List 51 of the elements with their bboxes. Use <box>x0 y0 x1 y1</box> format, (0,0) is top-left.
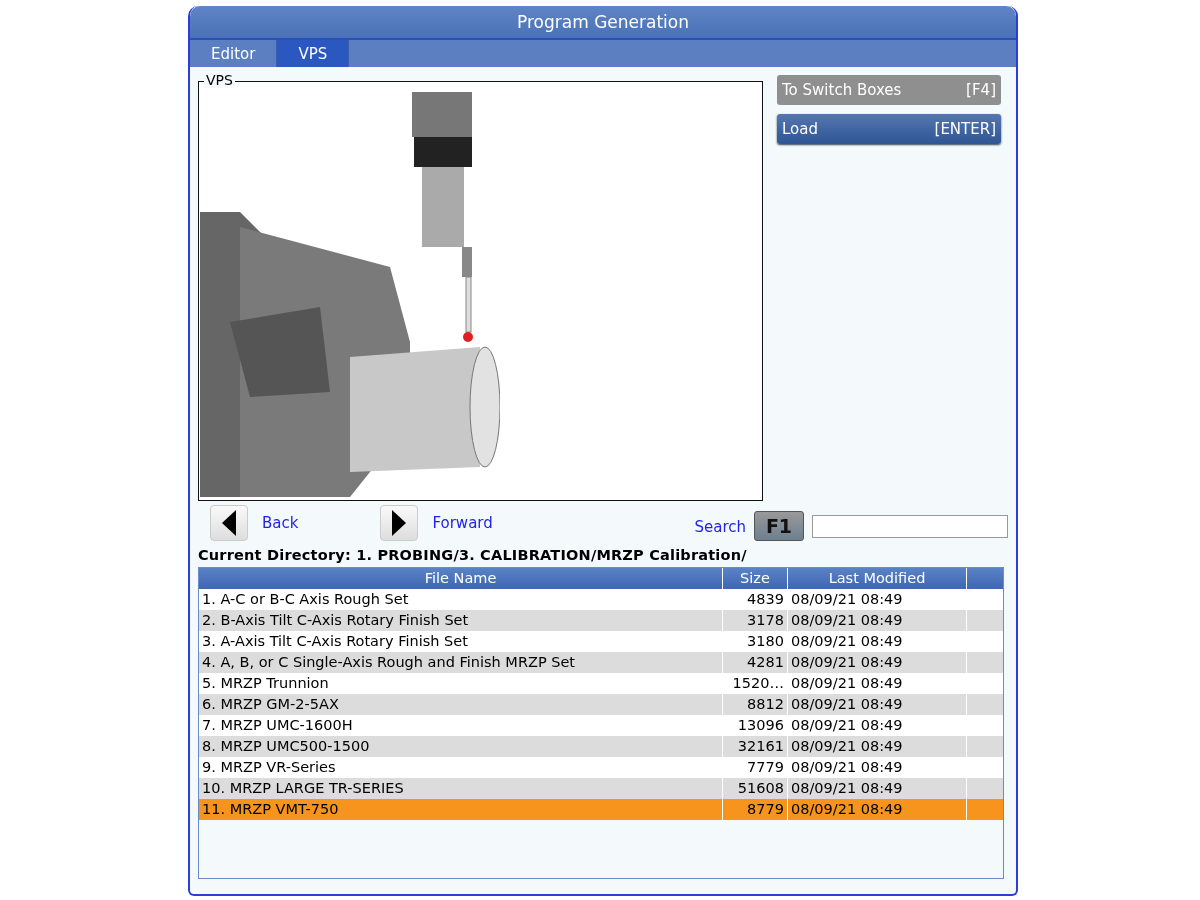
file-name-cell[interactable]: 5. MRZP Trunnion <box>199 673 723 694</box>
size-cell: 3178 <box>723 610 788 631</box>
right-triangle-icon <box>392 510 407 536</box>
forward-link[interactable]: Forward <box>432 514 493 532</box>
modified-cell: 08/09/21 08:49 <box>788 610 967 631</box>
size-cell: 8812 <box>723 694 788 715</box>
forward-arrow-button[interactable] <box>380 505 419 541</box>
file-name-cell[interactable]: 2. B-Axis Tilt C-Axis Rotary Finish Set <box>199 610 723 631</box>
back-arrow-button[interactable] <box>210 505 248 541</box>
size-cell: 13096 <box>723 715 788 736</box>
panel-legend: VPS <box>204 72 235 88</box>
column-header[interactable]: Last Modified <box>788 568 967 589</box>
modified-cell: 08/09/21 08:49 <box>788 673 967 694</box>
search-link[interactable]: Search <box>694 518 746 536</box>
size-cell: 32161 <box>723 736 788 757</box>
file-name-cell[interactable]: 3. A-Axis Tilt C-Axis Rotary Finish Set <box>199 631 723 652</box>
modified-cell: 08/09/21 08:49 <box>788 715 967 736</box>
search-field[interactable] <box>812 514 1008 538</box>
current-directory: Current Directory: 1. PROBING/3. CALIBRATION/MRZP Calibration/ <box>198 547 748 563</box>
size-cell: 7779 <box>723 757 788 778</box>
tab[interactable]: VPS <box>277 40 350 67</box>
file-name-cell[interactable]: 6. MRZP GM-2-5AX <box>199 694 723 715</box>
file-name-cell[interactable]: 8. MRZP UMC500-1500 <box>199 736 723 757</box>
modified-cell: 08/09/21 08:49 <box>788 652 967 673</box>
header-filler <box>967 568 1003 589</box>
modified-cell: 08/09/21 08:49 <box>788 736 967 757</box>
size-cell: 4281 <box>723 652 788 673</box>
back-link[interactable]: Back <box>262 514 299 532</box>
load-button[interactable]: Load [ENTER] <box>777 114 1001 144</box>
size-cell: 1520… <box>723 673 788 694</box>
column-header[interactable]: File Name <box>199 568 723 589</box>
file-name-cell[interactable]: 9. MRZP VR-Series <box>199 757 723 778</box>
modified-cell: 08/09/21 08:49 <box>788 778 967 799</box>
modified-cell: 08/09/21 08:49 <box>788 799 967 820</box>
file-name-cell[interactable]: 4. A, B, or C Single-Axis Rough and Finish MRZP Set <box>199 652 723 673</box>
file-name-cell[interactable]: 1. A-C or B-C Axis Rough Set <box>199 589 723 610</box>
size-cell: 8779 <box>723 799 788 820</box>
size-cell: 3180 <box>723 631 788 652</box>
column-header[interactable]: Size <box>723 568 788 589</box>
size-cell: 51608 <box>723 778 788 799</box>
size-cell: 4839 <box>723 589 788 610</box>
file-name-cell[interactable]: 10. MRZP LARGE TR-SERIES <box>199 778 723 799</box>
file-name-cell[interactable]: 7. MRZP UMC-1600H <box>199 715 723 736</box>
f1-key-button[interactable]: F1 <box>754 511 804 541</box>
modified-cell: 08/09/21 08:49 <box>788 589 967 610</box>
window-title: Program Generation <box>190 6 1016 38</box>
file-name-cell[interactable]: 11. MRZP VMT-750 <box>199 799 723 820</box>
modified-cell: 08/09/21 08:49 <box>788 631 967 652</box>
modified-cell: 08/09/21 08:49 <box>788 694 967 715</box>
left-triangle-icon <box>222 510 236 536</box>
modified-cell: 08/09/21 08:49 <box>788 757 967 778</box>
